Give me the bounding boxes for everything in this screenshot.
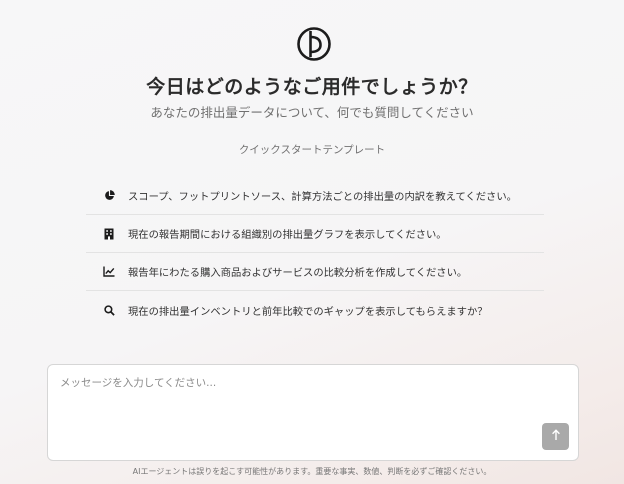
message-composer (47, 364, 579, 461)
send-button[interactable] (542, 423, 569, 450)
page-title: 今日はどのようなご用件でしょうか？ (146, 76, 478, 98)
template-item-label: 現在の報告期間における組織別の排出量グラフを表示してください。 (128, 229, 447, 241)
quick-start-label: クイックスタートテンプレート (238, 144, 386, 156)
template-item-emissions-breakdown[interactable]: スコープ、フットプリントソース、計算方法ごとの排出量の内訳を教えてください。 (86, 177, 544, 215)
brand-logo-icon (296, 26, 332, 62)
page-subtitle: あなたの排出量データについて、何でも質問してください (150, 105, 474, 120)
search-icon (102, 303, 116, 317)
template-item-comparative-analysis[interactable]: 報告年にわたる購入商品およびサービスの比較分析を作成してください。 (86, 253, 544, 291)
line-chart-icon (102, 265, 116, 279)
message-input[interactable] (60, 375, 530, 445)
template-item-label: スコープ、フットプリントソース、計算方法ごとの排出量の内訳を教えてください。 (128, 191, 517, 203)
template-item-org-chart[interactable]: 現在の報告期間における組織別の排出量グラフを表示してください。 (86, 215, 544, 253)
building-icon (102, 227, 116, 241)
quick-start-template-list: スコープ、フットプリントソース、計算方法ごとの排出量の内訳を教えてください。 現… (86, 177, 544, 329)
template-item-inventory-gap[interactable]: 現在の排出量インベントリと前年比較でのギャップを表示してもらえますか？ (86, 291, 544, 329)
ai-disclaimer: AIエージェントは誤りを起こす可能性があります。重要な事実、数値、判断を必ずご確… (132, 467, 492, 476)
template-item-label: 報告年にわたる購入商品およびサービスの比較分析を作成してください。 (128, 267, 468, 279)
template-item-label: 現在の排出量インベントリと前年比較でのギャップを表示してもらえますか？ (128, 305, 488, 318)
arrow-up-icon (551, 429, 561, 444)
pie-chart-icon (102, 189, 116, 203)
